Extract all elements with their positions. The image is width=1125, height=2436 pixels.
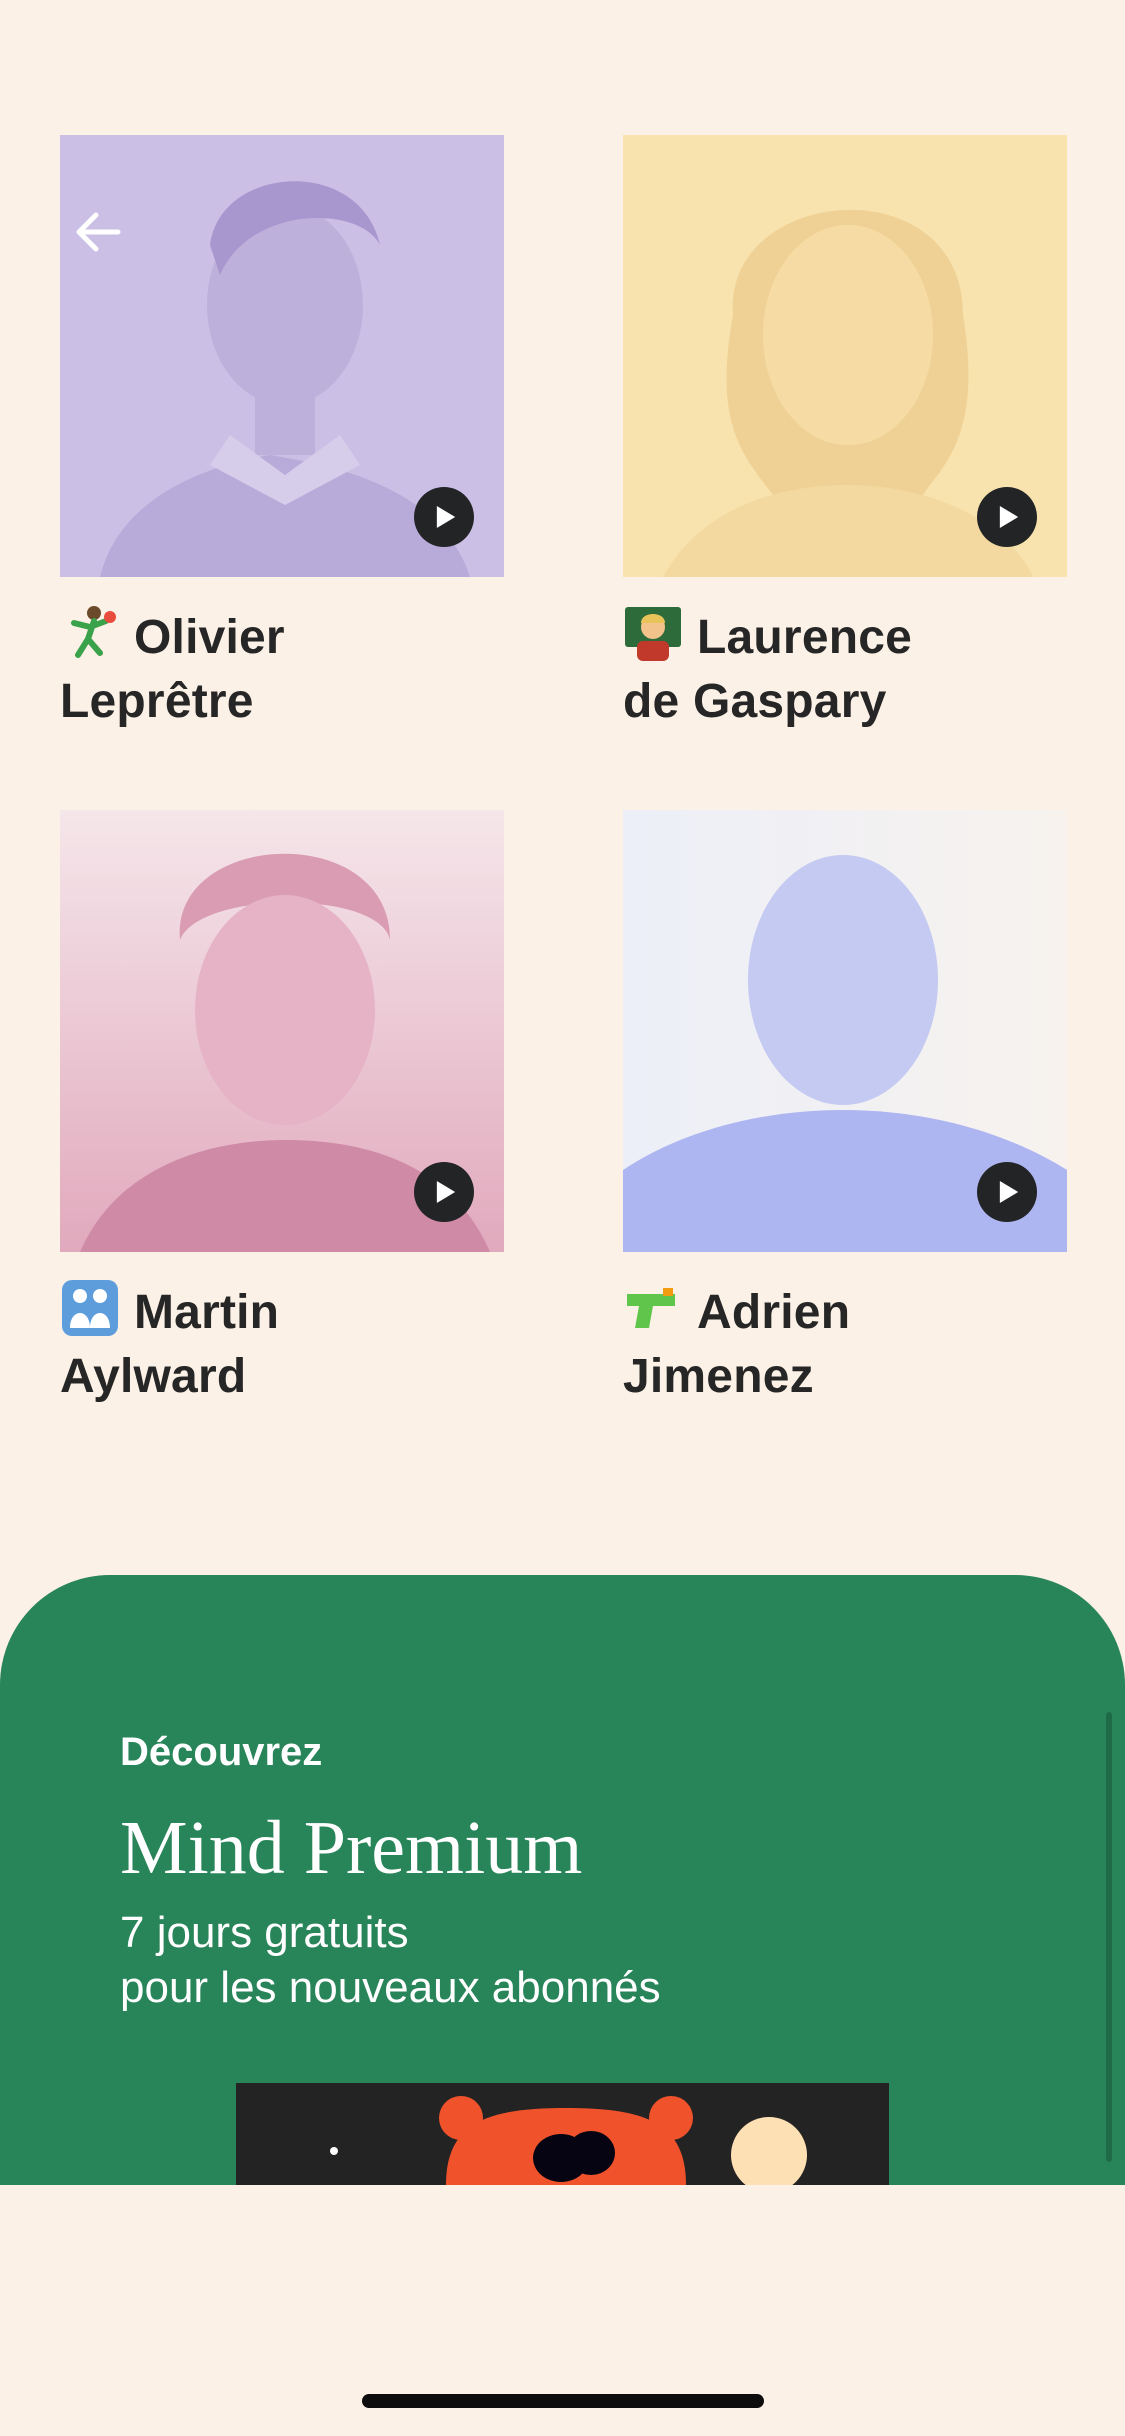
premium-promo-banner[interactable]: Découvrez Mind Premium 7 jours gratuits p… — [0, 1575, 1125, 2185]
play-icon — [999, 506, 1019, 528]
teacher-name: Adrien Jimenez — [623, 1278, 1067, 1409]
water-pistol-icon — [627, 1288, 675, 1328]
teacher-icon — [625, 607, 681, 661]
teacher-name: Martin Aylward — [60, 1278, 504, 1409]
back-arrow-icon[interactable] — [72, 206, 124, 258]
home-indicator[interactable] — [362, 2394, 764, 2408]
teacher-photo[interactable] — [60, 135, 504, 577]
bear-illustration-icon — [330, 2096, 807, 2185]
play-icon — [436, 506, 456, 528]
promo-subtitle: 7 jours gratuits pour les nouveaux abonné… — [120, 1908, 661, 2012]
play-icon — [999, 1181, 1019, 1203]
play-button[interactable] — [977, 487, 1037, 547]
teacher-name: Laurence de Gaspary — [623, 603, 1067, 734]
play-button[interactable] — [414, 487, 474, 547]
promo-illustration — [236, 2083, 889, 2185]
promo-title: Mind Premium — [120, 1806, 583, 1890]
teacher-photo[interactable] — [623, 810, 1067, 1252]
teacher-photo[interactable] — [623, 135, 1067, 577]
play-button[interactable] — [414, 1162, 474, 1222]
family-icon — [62, 1280, 118, 1336]
promo-kicker: Découvrez — [120, 1730, 323, 1774]
play-icon — [436, 1181, 456, 1203]
teacher-photo[interactable] — [60, 810, 504, 1252]
scrollbar[interactable] — [1106, 1712, 1112, 2162]
play-button[interactable] — [977, 1162, 1037, 1222]
handball-player-icon — [71, 606, 116, 658]
teacher-name: Olivier Leprêtre — [60, 603, 504, 734]
